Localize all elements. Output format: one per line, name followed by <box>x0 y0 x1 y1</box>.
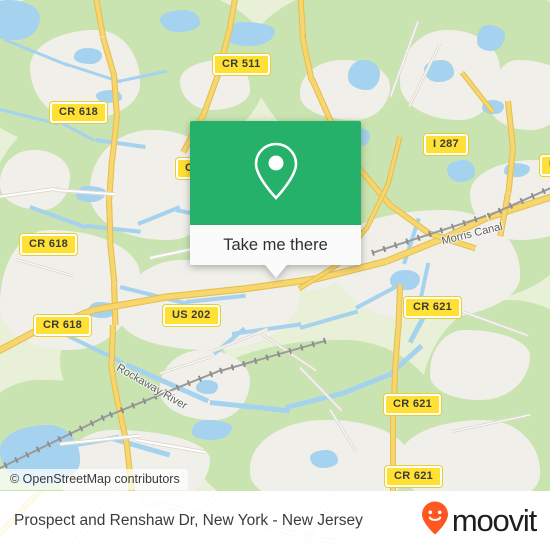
popup-header <box>190 121 361 225</box>
road-shield: US 202 <box>163 305 220 326</box>
moovit-wordmark: moovit <box>451 502 537 538</box>
road-shield: CR 511 <box>213 54 270 75</box>
popup-pointer <box>264 265 287 278</box>
footer-bar: Prospect and Renshaw Dr, New York - New … <box>0 491 550 550</box>
map-screenshot: Morris Canal Rockaway River CR 511 CR 61… <box>0 0 550 550</box>
map-pin-icon <box>250 140 302 207</box>
take-me-there-button[interactable]: Take me there <box>190 225 361 278</box>
destination-popup[interactable]: Take me there <box>190 121 361 278</box>
road-shield: I 287 <box>424 134 468 155</box>
moovit-logo: moovit <box>420 500 537 541</box>
road-shield: CR 618 <box>20 234 78 255</box>
map-canvas[interactable]: Morris Canal Rockaway River CR 511 CR 61… <box>0 0 550 491</box>
road-shield: CR 618 <box>50 102 108 123</box>
road-shield: CR 621 <box>404 297 462 318</box>
road-shield: CR 621 <box>384 394 442 415</box>
road-shield: CR 621 <box>385 466 443 487</box>
road-shield-clipped: U <box>540 155 550 176</box>
moovit-pin-icon <box>420 500 450 541</box>
take-me-there-label: Take me there <box>223 235 328 254</box>
osm-attribution[interactable]: © OpenStreetMap contributors <box>0 469 188 490</box>
road-shield: CR 618 <box>34 315 92 336</box>
location-title: Prospect and Renshaw Dr, New York - New … <box>14 511 363 529</box>
